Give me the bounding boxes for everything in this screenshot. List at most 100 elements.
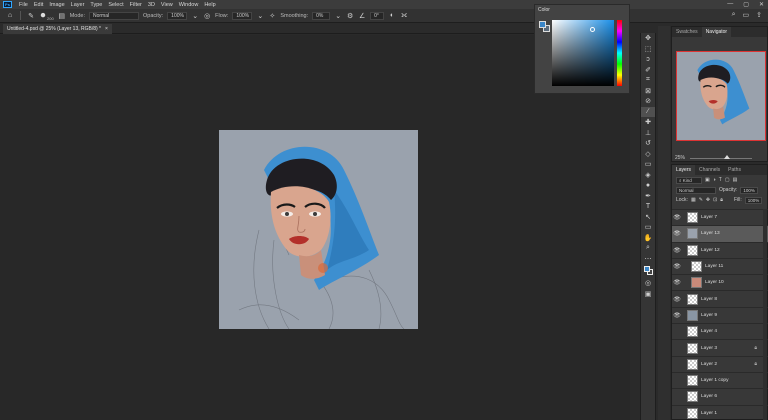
tab-paths[interactable]: Paths — [724, 165, 745, 175]
zoom-tool-icon[interactable]: ⌕ — [641, 243, 655, 254]
menu-filter[interactable]: Filter — [127, 2, 145, 8]
layer-row[interactable]: 👁︎ Layer 7 — [672, 209, 768, 225]
layer-row[interactable]: Layer 2 🔒︎ — [672, 355, 768, 372]
layer-row[interactable]: 👁︎ Layer 9 — [672, 306, 768, 323]
filter-adjust-icon[interactable]: ◑ — [713, 177, 716, 183]
frame-tool-icon[interactable]: ⊠ — [641, 86, 655, 97]
mode-select[interactable]: Normal — [88, 11, 139, 20]
lock-artboard-icon[interactable]: ⊡ — [713, 197, 717, 203]
healing-tool-icon[interactable]: ✚ — [641, 117, 655, 128]
blur-tool-icon[interactable]: ◈ — [641, 170, 655, 181]
layers-scrollbar[interactable] — [763, 209, 767, 420]
hue-slider[interactable] — [617, 20, 622, 86]
menu-layer[interactable]: Layer — [68, 2, 88, 8]
home-icon[interactable]: ⌂ — [6, 12, 14, 20]
symmetry-icon[interactable]: ⟗ — [400, 12, 408, 20]
document-tab[interactable]: Untitled-4.psd @ 25% (Layer 13, RGB/8) *… — [3, 24, 112, 34]
tab-layers[interactable]: Layers — [672, 165, 696, 175]
navigator-zoom-slider[interactable] — [690, 158, 752, 159]
chevron-down-icon[interactable]: ⌄ — [334, 12, 342, 20]
gradient-tool-icon[interactable]: ▭ — [641, 159, 655, 170]
chevron-down-icon[interactable]: ⌄ — [256, 12, 264, 20]
history-brush-tool-icon[interactable]: ↺ — [641, 138, 655, 149]
visibility-eye-icon[interactable]: 👁︎ — [672, 247, 682, 254]
layer-opacity-input[interactable]: 100% — [740, 186, 758, 194]
clone-stamp-tool-icon[interactable]: ⊥ — [641, 128, 655, 139]
pen-tool-icon[interactable]: ✒ — [641, 191, 655, 202]
lock-position-icon[interactable]: ✥ — [706, 197, 710, 203]
menu-view[interactable]: View — [158, 2, 176, 8]
brush-tool-icon[interactable]: ✎ — [27, 12, 35, 20]
menu-image[interactable]: Image — [46, 2, 67, 8]
share-icon[interactable]: ⇪ — [756, 11, 762, 19]
tab-swatches[interactable]: Swatches — [672, 27, 702, 37]
flow-input[interactable]: 100% — [232, 11, 253, 20]
maximize-button[interactable]: ▢ — [743, 1, 749, 8]
visibility-eye-icon[interactable]: 👁︎ — [672, 230, 682, 237]
quick-select-tool-icon[interactable]: ✐ — [641, 65, 655, 76]
filter-shape-icon[interactable]: ▢ — [725, 177, 730, 183]
menu-window[interactable]: Window — [176, 2, 202, 8]
lasso-tool-icon[interactable]: ↄ — [641, 54, 655, 65]
layer-row[interactable]: Layer 6 — [672, 388, 768, 404]
lock-all-icon[interactable]: 🔒︎ — [720, 197, 723, 203]
navigator-zoom-value[interactable]: 25% — [675, 155, 685, 161]
foreground-color-chip[interactable] — [644, 266, 650, 272]
close-tab-icon[interactable]: × — [105, 26, 108, 32]
color-picker-handle[interactable] — [590, 27, 595, 32]
layer-row[interactable]: 👁︎ Layer 8 — [672, 290, 768, 306]
tab-navigator[interactable]: Navigator — [701, 27, 732, 37]
path-select-tool-icon[interactable]: ↖ — [641, 212, 655, 223]
visibility-eye-icon[interactable]: 👁︎ — [672, 312, 682, 319]
blend-mode-select[interactable]: Normal — [676, 186, 716, 194]
pressure-opacity-icon[interactable]: ◎ — [203, 12, 211, 20]
brush-settings-icon[interactable]: ▤ — [58, 12, 66, 20]
layer-row-selected[interactable]: 👁︎ Layer 13 — [672, 225, 768, 242]
menu-select[interactable]: Select — [105, 2, 126, 8]
type-tool-icon[interactable]: T — [641, 201, 655, 212]
angle-input[interactable]: 0° — [370, 11, 385, 20]
layer-row[interactable]: Layer 3 🔒︎ — [672, 339, 768, 355]
saturation-brightness-field[interactable] — [552, 20, 614, 86]
tab-channels[interactable]: Channels — [695, 165, 724, 175]
brush-tool-icon[interactable]: ∕ — [641, 106, 655, 117]
fill-input[interactable]: 100% — [744, 196, 763, 204]
marquee-tool-icon[interactable]: ⬚ — [641, 44, 655, 55]
foreground-background-colors[interactable] — [641, 264, 655, 278]
opacity-input[interactable]: 100% — [167, 11, 188, 20]
menu-edit[interactable]: Edit — [31, 2, 46, 8]
artwork-canvas[interactable] — [219, 130, 418, 329]
lock-pixels-icon[interactable]: ✎ — [699, 197, 703, 203]
menu-file[interactable]: File — [16, 2, 31, 8]
lock-transparent-icon[interactable]: ▦ — [691, 197, 696, 203]
filter-type-icon[interactable]: T — [719, 177, 722, 183]
screen-mode-icon[interactable]: ▣ — [641, 289, 655, 300]
dodge-tool-icon[interactable]: ● — [641, 180, 655, 191]
layer-row[interactable]: Layer 1 — [672, 404, 768, 420]
layer-row[interactable]: 👁︎ Layer 12 — [672, 241, 768, 258]
layer-filter-select[interactable]: ⌕ Kind — [676, 176, 702, 184]
smoothing-input[interactable]: 0% — [312, 11, 331, 20]
hand-tool-icon[interactable]: ✋ — [641, 233, 655, 244]
airbrush-icon[interactable]: ✧ — [268, 12, 276, 20]
layer-row[interactable]: 👁︎ Layer 11 — [672, 257, 768, 274]
visibility-eye-icon[interactable]: 👁︎ — [672, 214, 682, 221]
more-tools-icon[interactable]: ⋯ — [641, 254, 655, 265]
crop-tool-icon[interactable]: ⌗ — [641, 75, 655, 86]
layer-row[interactable]: Layer 1 copy — [672, 371, 768, 388]
filter-smart-icon[interactable]: ▤ — [733, 177, 738, 183]
eraser-tool-icon[interactable]: ◇ — [641, 149, 655, 160]
workspace-icon[interactable]: ▭ — [743, 11, 750, 19]
visibility-eye-icon[interactable]: 👁︎ — [672, 279, 682, 286]
shape-tool-icon[interactable]: ▭ — [641, 222, 655, 233]
minimize-button[interactable]: — — [727, 1, 733, 8]
close-window-button[interactable]: ✕ — [759, 1, 764, 8]
layer-row[interactable]: Layer 4 — [672, 323, 768, 339]
zoom-slider-knob[interactable] — [724, 155, 730, 159]
quick-mask-icon[interactable]: ◎ — [641, 278, 655, 289]
chevron-down-icon[interactable]: ⌄ — [191, 12, 199, 20]
foreground-color-swatch[interactable] — [539, 21, 546, 28]
brush-preset-picker[interactable] — [39, 12, 47, 20]
menu-type[interactable]: Type — [87, 2, 105, 8]
filter-pixel-icon[interactable]: ▣ — [705, 177, 710, 183]
